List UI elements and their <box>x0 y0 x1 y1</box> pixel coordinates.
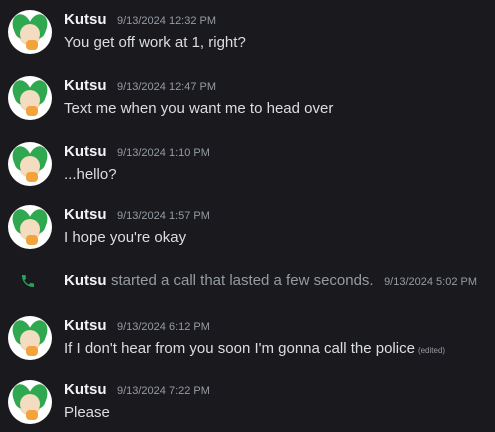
message-item[interactable]: Kutsu 9/13/2024 7:22 PM Please <box>0 380 495 432</box>
message-header: Kutsu 9/13/2024 1:57 PM <box>64 206 210 225</box>
username[interactable]: Kutsu <box>64 143 107 160</box>
timestamp: 9/13/2024 1:57 PM <box>116 210 210 222</box>
message-item[interactable]: Kutsu 9/13/2024 1:57 PM I hope you're ok… <box>0 205 495 265</box>
chat-log: Kutsu 9/13/2024 12:32 PM You get off wor… <box>0 0 495 432</box>
username[interactable]: Kutsu <box>64 272 107 289</box>
timestamp: 9/13/2024 1:10 PM <box>116 147 210 159</box>
timestamp: 9/13/2024 5:02 PM <box>384 276 478 288</box>
message-header: Kutsu 9/13/2024 6:12 PM <box>64 317 210 336</box>
avatar[interactable] <box>8 205 52 249</box>
message-text: ...hello? <box>64 166 117 183</box>
timestamp: 9/13/2024 12:32 PM <box>116 15 217 27</box>
call-event-text: started a call that lasted a few seconds… <box>110 272 374 289</box>
avatar[interactable] <box>8 380 52 424</box>
message-header: Kutsu 9/13/2024 12:47 PM <box>64 77 216 96</box>
message-text: Text me when you want me to head over <box>64 100 334 117</box>
avatar[interactable] <box>8 316 52 360</box>
phone-icon <box>22 275 34 287</box>
message-item[interactable]: Kutsu 9/13/2024 12:32 PM You get off wor… <box>0 10 495 70</box>
username[interactable]: Kutsu <box>64 317 107 334</box>
avatar[interactable] <box>8 10 52 54</box>
call-event: Kutsu started a call that lasted a few s… <box>0 270 495 292</box>
message-header: Kutsu 9/13/2024 7:22 PM <box>64 381 210 400</box>
timestamp: 9/13/2024 6:12 PM <box>116 321 210 333</box>
message-item[interactable]: Kutsu 9/13/2024 12:47 PM Text me when yo… <box>0 76 495 136</box>
message-text: You get off work at 1, right? <box>64 34 246 51</box>
avatar[interactable] <box>8 142 52 186</box>
message-text: I hope you're okay <box>64 229 187 246</box>
message-text: Please <box>64 404 110 421</box>
username[interactable]: Kutsu <box>64 11 107 28</box>
username[interactable]: Kutsu <box>64 381 107 398</box>
message-header: Kutsu 9/13/2024 1:10 PM <box>64 143 210 162</box>
avatar[interactable] <box>8 76 52 120</box>
username[interactable]: Kutsu <box>64 206 107 223</box>
timestamp: 9/13/2024 12:47 PM <box>116 81 217 93</box>
message-header: Kutsu 9/13/2024 12:32 PM <box>64 11 216 30</box>
message-item[interactable]: Kutsu 9/13/2024 1:10 PM ...hello? <box>0 142 495 202</box>
username[interactable]: Kutsu <box>64 77 107 94</box>
message-item[interactable]: Kutsu 9/13/2024 6:12 PM If I don't hear … <box>0 316 495 376</box>
edited-label: (edited) <box>417 346 446 355</box>
message-text: If I don't hear from you soon I'm gonna … <box>64 339 445 361</box>
call-event-line: Kutsu started a call that lasted a few s… <box>64 271 477 292</box>
message-text-content: If I don't hear from you soon I'm gonna … <box>64 340 415 357</box>
timestamp: 9/13/2024 7:22 PM <box>116 385 210 397</box>
